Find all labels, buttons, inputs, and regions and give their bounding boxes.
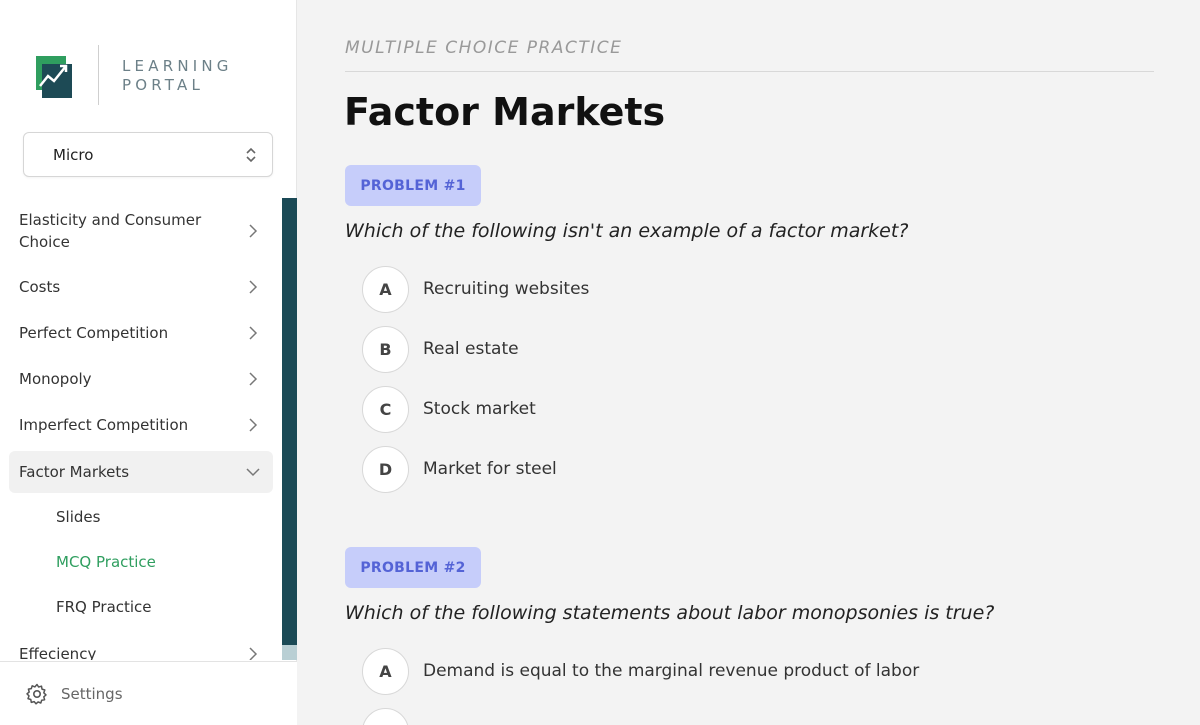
logo-line-2: PORTAL	[122, 76, 204, 94]
answer-option-d[interactable]: D Market for steel	[362, 445, 557, 493]
page-title: Factor Markets	[344, 90, 666, 134]
logo-line-1: LEARNING	[122, 57, 233, 75]
option-letter: B	[362, 325, 409, 373]
sidebar-item-label: Costs	[19, 278, 61, 296]
answer-option-b[interactable]: B	[362, 707, 423, 725]
problem-badge: PROBLEM #2	[345, 547, 481, 588]
sidebar-item-imperfect-competition[interactable]: Imperfect Competition	[9, 414, 273, 436]
option-text: Demand is equal to the marginal revenue …	[423, 661, 920, 681]
chevron-right-icon	[249, 647, 258, 660]
chevron-right-icon	[249, 372, 258, 386]
gear-icon	[26, 683, 47, 705]
chevron-right-icon	[249, 224, 258, 238]
option-letter: A	[362, 265, 409, 313]
option-letter: C	[362, 385, 409, 433]
select-chevron-icon	[246, 147, 256, 163]
answer-option-a[interactable]: A Demand is equal to the marginal revenu…	[362, 647, 919, 695]
sidebar-item-costs[interactable]: Costs	[9, 276, 273, 298]
sidebar-item-monopoly[interactable]: Monopoly	[9, 368, 273, 390]
sidebar-item-factor-markets[interactable]: Factor Markets	[9, 451, 273, 493]
settings-button[interactable]: Settings	[0, 661, 297, 725]
problem-badge: PROBLEM #1	[345, 165, 481, 206]
problem-question: Which of the following statements about …	[345, 602, 995, 624]
chevron-right-icon	[249, 418, 258, 432]
sidebar-item-label: Elasticity and Consumer Choice	[19, 211, 202, 251]
sidebar-subitem-slides[interactable]: Slides	[56, 508, 100, 526]
logo[interactable]: LEARNING PORTAL	[36, 45, 233, 105]
sidebar-item-effeciency[interactable]: Effeciency	[9, 643, 273, 660]
option-letter: A	[362, 647, 409, 695]
sidebar-item-label: Perfect Competition	[19, 324, 169, 342]
sidebar-subitem-mcq-practice[interactable]: MCQ Practice	[56, 553, 156, 571]
chevron-right-icon	[249, 326, 258, 340]
sidebar-item-label: Effeciency	[19, 645, 97, 660]
sidebar-item-label: Imperfect Competition	[19, 416, 189, 434]
problem-question: Which of the following isn't an example …	[345, 220, 909, 242]
option-letter: D	[362, 445, 409, 493]
sidebar-subitem-frq-practice[interactable]: FRQ Practice	[56, 598, 152, 616]
main-content: MULTIPLE CHOICE PRACTICE Factor Markets …	[297, 0, 1200, 725]
course-select-value: Micro	[53, 145, 94, 164]
answer-option-a[interactable]: A Recruiting websites	[362, 265, 589, 313]
header-divider	[345, 71, 1154, 72]
sidebar-item-label: Factor Markets	[19, 463, 130, 481]
answer-option-b[interactable]: B Real estate	[362, 325, 519, 373]
option-text: Recruiting websites	[423, 279, 590, 299]
sidebar-item-perfect-competition[interactable]: Perfect Competition	[9, 322, 273, 344]
option-text: Market for steel	[423, 459, 557, 479]
chevron-down-icon	[246, 468, 260, 477]
logo-mark-icon	[36, 56, 72, 98]
course-select[interactable]: Micro	[23, 132, 273, 177]
page-kicker: MULTIPLE CHOICE PRACTICE	[345, 38, 623, 58]
option-text: Stock market	[423, 399, 536, 419]
sidebar-scrollbar[interactable]	[282, 198, 297, 660]
option-text: Real estate	[423, 339, 519, 359]
sidebar-item-label: Monopoly	[19, 370, 92, 388]
sidebar-item-elasticity[interactable]: Elasticity and Consumer Choice	[9, 208, 273, 254]
logo-text: LEARNING PORTAL	[122, 57, 233, 95]
settings-label: Settings	[61, 684, 123, 703]
option-letter: B	[362, 707, 409, 725]
logo-divider	[98, 45, 99, 105]
sidebar: LEARNING PORTAL Micro Elasticity and Con…	[0, 0, 297, 725]
sidebar-nav: Elasticity and Consumer Choice Costs Per…	[0, 198, 282, 660]
scrollbar-thumb[interactable]	[282, 198, 297, 645]
chevron-right-icon	[249, 280, 258, 294]
answer-option-c[interactable]: C Stock market	[362, 385, 536, 433]
